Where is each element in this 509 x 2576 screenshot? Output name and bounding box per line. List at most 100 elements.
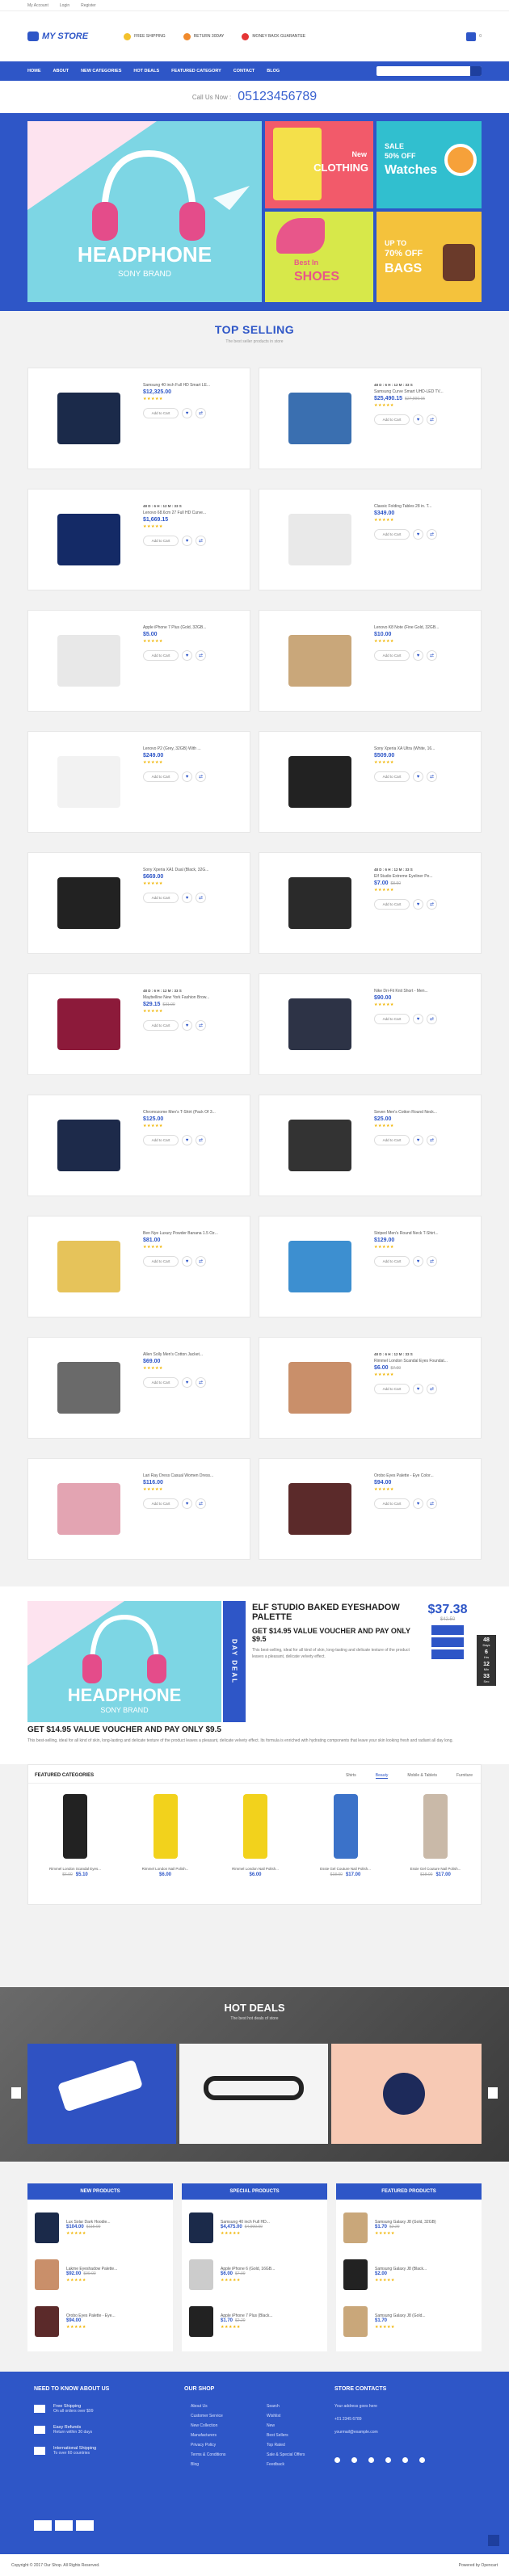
add-to-cart-button[interactable]: Add to Cart bbox=[143, 1020, 179, 1031]
hot-deals-next-arrow[interactable] bbox=[488, 2087, 498, 2099]
wishlist-icon[interactable]: ♥ bbox=[413, 1384, 423, 1394]
product-card[interactable]: Samsung 40 inch Full HD Smart LE... $12,3… bbox=[27, 368, 250, 469]
compare-icon[interactable]: ⇄ bbox=[427, 1256, 437, 1267]
compare-icon[interactable]: ⇄ bbox=[196, 536, 206, 546]
bags-tile[interactable]: UP TO 70% OFF BAGS bbox=[376, 212, 482, 302]
product-card[interactable]: Lenovo K8 Note (Fine Gold, 32GB... $10.00… bbox=[259, 610, 482, 712]
product-image[interactable] bbox=[36, 1105, 141, 1186]
deal-compare-button[interactable] bbox=[431, 1649, 464, 1659]
compare-icon[interactable]: ⇄ bbox=[427, 1135, 437, 1145]
wishlist-icon[interactable]: ♥ bbox=[182, 1377, 192, 1388]
my-account-link[interactable]: My Account bbox=[27, 3, 48, 8]
footer-link[interactable]: Terms & Conditions bbox=[191, 2452, 225, 2457]
product-card[interactable]: Nike Dri-Fit Knit Short - Men... $90.00 ★★… bbox=[259, 973, 482, 1075]
scroll-top-button[interactable] bbox=[488, 2535, 499, 2546]
compare-icon[interactable]: ⇄ bbox=[196, 1135, 206, 1145]
deal-add-to-cart-button[interactable] bbox=[431, 1625, 464, 1635]
product-name[interactable]: Lenovo 68.6cm 27 Full HD Curve... bbox=[143, 511, 245, 515]
phone-number[interactable]: 05123456789 bbox=[238, 90, 317, 104]
wishlist-icon[interactable]: ♥ bbox=[413, 529, 423, 540]
footer-link[interactable]: Best Sellers bbox=[267, 2433, 305, 2438]
list-item[interactable]: Apple iPhone 6 (Gold, 16GB... $6.00 $7.00 ★… bbox=[187, 2255, 324, 2295]
footer-link[interactable]: Manufacturers bbox=[191, 2433, 225, 2438]
featured-item-image[interactable] bbox=[125, 1789, 206, 1864]
compare-icon[interactable]: ⇄ bbox=[427, 650, 437, 661]
featured-item-name[interactable]: Rimmel London Nail Polish... bbox=[125, 1867, 206, 1871]
product-image[interactable] bbox=[267, 1347, 372, 1428]
product-image[interactable] bbox=[267, 1226, 372, 1307]
hot-deals-prev-arrow[interactable] bbox=[11, 2087, 21, 2099]
wishlist-icon[interactable]: ♥ bbox=[182, 1020, 192, 1031]
product-card[interactable]: Sony Xperia XA Ultra (White, 16... $509.0… bbox=[259, 731, 482, 833]
footer-link[interactable]: Blog bbox=[191, 2462, 225, 2467]
footer-link[interactable]: About Us bbox=[191, 2404, 225, 2409]
deal-banner[interactable]: HEADPHONE SONY BRAND bbox=[27, 1601, 221, 1722]
compare-icon[interactable]: ⇄ bbox=[196, 771, 206, 782]
compare-icon[interactable]: ⇄ bbox=[196, 1377, 206, 1388]
product-name[interactable]: Apple iPhone 7 Plus (Gold, 32GB... bbox=[143, 625, 245, 630]
compare-icon[interactable]: ⇄ bbox=[196, 1020, 206, 1031]
product-image[interactable] bbox=[36, 1469, 141, 1549]
compare-icon[interactable]: ⇄ bbox=[196, 893, 206, 903]
nav-featured-category[interactable]: FEATURED CATEGORY bbox=[171, 69, 221, 74]
product-name[interactable]: Chromozome Men's T-Shirt (Pack Of 3... bbox=[143, 1110, 245, 1115]
product-name[interactable]: Allen Solly Men's Cotton Jacket... bbox=[143, 1352, 245, 1357]
footer-link[interactable]: Customer Service bbox=[191, 2414, 225, 2418]
twitter-icon[interactable] bbox=[351, 2457, 357, 2463]
featured-item-name[interactable]: Rimmel London Scandal Eyes... bbox=[35, 1867, 116, 1871]
compare-icon[interactable]: ⇄ bbox=[427, 529, 437, 540]
linkedin-icon[interactable] bbox=[368, 2457, 374, 2463]
featured-item-name[interactable]: Essie Gel Couture Nail Polish... bbox=[305, 1867, 386, 1871]
product-name[interactable]: Classic Folding Tables 28 in. T... bbox=[374, 504, 476, 509]
product-image[interactable] bbox=[267, 984, 372, 1065]
hot-deal-card[interactable] bbox=[27, 2044, 176, 2144]
product-name[interactable]: Lenovo K8 Note (Fine Gold, 32GB... bbox=[374, 625, 476, 630]
product-image[interactable] bbox=[36, 620, 141, 701]
product-name[interactable]: Lari Ray Dress Casual Women Dress... bbox=[143, 1473, 245, 1478]
footer-link[interactable]: Feedback bbox=[267, 2462, 305, 2467]
tab-mobile-tablets[interactable]: Mobile & Tablets bbox=[407, 1773, 437, 1779]
wishlist-icon[interactable]: ♥ bbox=[182, 536, 192, 546]
list-item[interactable]: Samsung Galaxy J8 (Gold, 32GB) $1.70 $2.20… bbox=[341, 2208, 478, 2248]
product-name[interactable]: Striped Men's Round Neck T-Shirt... bbox=[374, 1231, 476, 1236]
compare-icon[interactable]: ⇄ bbox=[196, 408, 206, 418]
list-item[interactable]: Orobo Eyes Palette - Eye... $94.00 ★★★★★ bbox=[32, 2301, 170, 2342]
product-card[interactable]: Striped Men's Round Neck T-Shirt... $129.… bbox=[259, 1216, 482, 1317]
login-link[interactable]: Login bbox=[60, 3, 69, 8]
nav-contact[interactable]: CONTACT bbox=[233, 69, 254, 74]
wishlist-icon[interactable]: ♥ bbox=[413, 1014, 423, 1024]
list-item-thumb[interactable] bbox=[187, 2305, 216, 2339]
nav-new-categories[interactable]: NEW CATEGORIES bbox=[81, 69, 121, 74]
compare-icon[interactable]: ⇄ bbox=[427, 899, 437, 910]
product-image[interactable] bbox=[36, 984, 141, 1065]
store-email[interactable]: yourmail@example.com bbox=[334, 2430, 378, 2435]
list-item[interactable]: Samsung Galaxy J8 (Gold... $1.70 ★★★★★ bbox=[341, 2301, 478, 2342]
product-card[interactable]: 48 D : 6 H : 12 M : 33 S Samsung Curve Sm… bbox=[259, 368, 482, 469]
add-to-cart-button[interactable]: Add to Cart bbox=[374, 650, 410, 661]
list-item[interactable]: Lux Solar Dark Hoodie... $104.00 $115.00 ★★… bbox=[32, 2208, 170, 2248]
list-item-thumb[interactable] bbox=[341, 2211, 370, 2245]
product-name[interactable]: Samsung 40 inch Full HD Smart LE... bbox=[143, 383, 245, 388]
list-item[interactable]: Lakme Eyeshadow Palette... $92.00 $99.00 ★★… bbox=[32, 2255, 170, 2295]
product-name[interactable]: Rimmel London Scandal Eyes Foundat... bbox=[374, 1359, 476, 1364]
wishlist-icon[interactable]: ♥ bbox=[413, 1498, 423, 1509]
wishlist-icon[interactable]: ♥ bbox=[413, 414, 423, 425]
list-item-thumb[interactable] bbox=[187, 2211, 216, 2245]
tab-beauty[interactable]: Beauty bbox=[375, 1773, 389, 1779]
wishlist-icon[interactable]: ♥ bbox=[413, 1256, 423, 1267]
add-to-cart-button[interactable]: Add to Cart bbox=[143, 1377, 179, 1388]
add-to-cart-button[interactable]: Add to Cart bbox=[143, 1256, 179, 1267]
product-image[interactable] bbox=[36, 1226, 141, 1307]
product-card[interactable]: Ben Nye Luxury Powder Banana 1.5 Oz... $8… bbox=[27, 1216, 250, 1317]
compare-icon[interactable]: ⇄ bbox=[196, 1498, 206, 1509]
add-to-cart-button[interactable]: Add to Cart bbox=[374, 414, 410, 425]
compare-icon[interactable]: ⇄ bbox=[427, 414, 437, 425]
tab-shirts[interactable]: Shirts bbox=[346, 1773, 356, 1779]
hot-deal-card[interactable] bbox=[179, 2044, 328, 2144]
product-image[interactable] bbox=[267, 742, 372, 822]
product-image[interactable] bbox=[267, 620, 372, 701]
list-item[interactable]: Samsung Galaxy J8 (Black... $2.00 ★★★★★ bbox=[341, 2255, 478, 2295]
deal-wishlist-button[interactable] bbox=[431, 1637, 464, 1647]
compare-icon[interactable]: ⇄ bbox=[427, 1014, 437, 1024]
product-card[interactable]: 48 D : 6 H : 12 M : 33 S Elf Studio Extre… bbox=[259, 852, 482, 954]
